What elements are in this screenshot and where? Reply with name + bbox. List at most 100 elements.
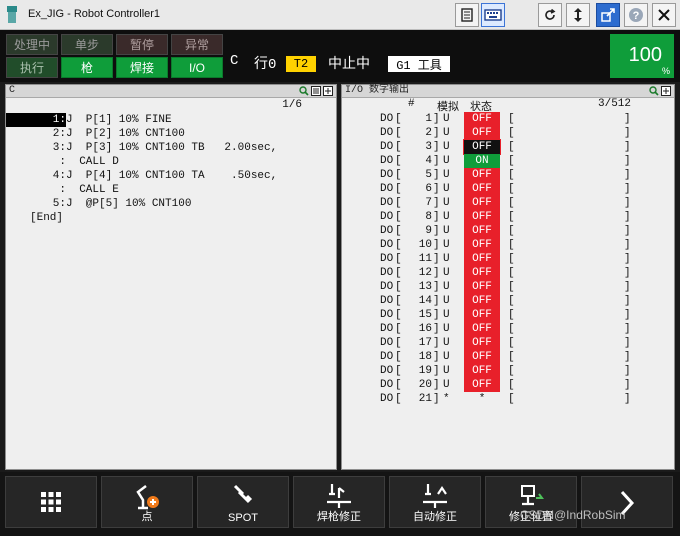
io-state-value[interactable]: OFF [464,266,500,280]
zoom-icon[interactable] [649,86,659,96]
comment-bracket-open: [ [508,113,515,125]
speed-override[interactable]: 100 % [610,34,674,78]
io-state-value[interactable]: OFF [464,224,500,238]
io-row[interactable]: DO[6] U OFF[] [342,182,674,196]
io-bracket: ] [433,155,440,167]
io-row[interactable]: DO[5] U OFF[] [342,168,674,182]
io-sim-flag[interactable]: U [443,322,450,336]
io-sim-flag[interactable]: U [443,168,450,182]
list-menu-icon[interactable] [311,86,321,96]
io-row[interactable]: DO[21] * *[] [342,392,674,406]
auto-correction-button[interactable]: 自动修正 [389,476,481,528]
io-sim-flag[interactable]: U [443,308,450,322]
comment-bracket-open: [ [508,127,515,139]
io-row[interactable]: DO[17] U OFF[] [342,336,674,350]
jog-arrows-icon[interactable] [566,3,590,27]
io-row[interactable]: DO[10] U OFF[] [342,238,674,252]
io-state-value[interactable]: OFF [463,139,501,155]
comment-bracket-close: ] [624,337,631,349]
io-row[interactable]: DO[18] U OFF[] [342,350,674,364]
io-sim-flag[interactable]: U [443,126,450,140]
io-state-value[interactable]: OFF [464,182,500,196]
program-line[interactable]: 4:J P[4] 10% CNT100 TA .50sec, [6,169,336,183]
menu-button[interactable] [5,476,97,528]
line-number: : [59,156,66,168]
comment-bracket-close: ] [624,183,631,195]
io-sim-flag[interactable]: U [443,154,450,168]
io-type: DO [380,141,394,153]
io-row[interactable]: DO[19] U OFF[] [342,364,674,378]
io-sim-flag[interactable]: U [443,196,450,210]
io-sim-flag[interactable]: U [443,224,450,238]
io-row[interactable]: DO[12] U OFF[] [342,266,674,280]
io-sim-flag[interactable]: U [443,182,450,196]
spot-button[interactable]: SPOT [197,476,289,528]
io-row[interactable]: DO[4] U ON[] [342,154,674,168]
io-row[interactable]: DO[7] U OFF[] [342,196,674,210]
io-sim-flag[interactable]: U [443,350,450,364]
refresh-icon[interactable] [538,3,562,27]
io-sim-flag[interactable]: U [443,280,450,294]
io-sim-flag[interactable]: U [443,140,450,154]
io-state-value[interactable]: OFF [464,112,500,126]
io-row[interactable]: DO[14] U OFF[] [342,294,674,308]
maximize-icon[interactable] [323,86,333,96]
io-state-value[interactable]: ON [464,154,500,168]
program-line[interactable]: 5:J @P[5] 10% CNT100 [6,197,336,211]
io-sim-flag[interactable]: U [443,238,450,252]
io-state-value[interactable]: * [464,392,500,406]
io-row[interactable]: DO[16] U OFF[] [342,322,674,336]
io-row[interactable]: DO[13] U OFF[] [342,280,674,294]
io-row[interactable]: DO[20] U OFF[] [342,378,674,392]
io-state-value[interactable]: OFF [464,378,500,392]
program-line[interactable]: 3:J P[3] 10% CNT100 TB 2.00sec, [6,141,336,155]
io-state-value[interactable]: OFF [464,280,500,294]
keyboard-icon[interactable] [481,3,505,27]
io-state-value[interactable]: OFF [464,336,500,350]
program-line[interactable]: [End] [6,211,336,225]
program-line[interactable]: 1:J P[1] 10% FINE [6,113,336,127]
io-state-value[interactable]: OFF [464,308,500,322]
io-state-value[interactable]: OFF [464,322,500,336]
gun-correction-button[interactable]: 焊枪修正 [293,476,385,528]
io-state-value[interactable]: OFF [464,126,500,140]
io-state-value[interactable]: OFF [464,210,500,224]
io-sim-flag[interactable]: U [443,378,450,392]
io-sim-flag[interactable]: U [443,266,450,280]
io-sim-flag[interactable]: U [443,364,450,378]
external-link-icon[interactable] [596,3,620,27]
program-line[interactable]: 2:J P[2] 10% CNT100 [6,127,336,141]
io-row[interactable]: DO[1] U OFF[] [342,112,674,126]
close-icon[interactable] [652,3,676,27]
comment-bracket-close: ] [624,113,631,125]
program-line[interactable]: : CALL D [6,155,336,169]
io-state-value[interactable]: OFF [464,168,500,182]
io-row[interactable]: DO[9] U OFF[] [342,224,674,238]
io-number: 17 [418,337,432,349]
io-state-value[interactable]: OFF [464,238,500,252]
io-type: DO [380,295,394,307]
point-button[interactable]: 点 [101,476,193,528]
io-state-value[interactable]: OFF [464,294,500,308]
io-sim-flag[interactable]: U [443,210,450,224]
io-number: 11 [418,253,432,265]
io-row[interactable]: DO[15] U OFF[] [342,308,674,322]
io-sim-flag[interactable]: U [443,336,450,350]
program-line[interactable]: : CALL E [6,183,336,197]
io-state-value[interactable]: OFF [464,196,500,210]
io-row[interactable]: DO[8] U OFF[] [342,210,674,224]
io-sim-flag[interactable]: U [443,294,450,308]
io-state-value[interactable]: OFF [464,364,500,378]
help-icon[interactable]: ? [624,3,648,27]
io-row[interactable]: DO[3] U OFF[] [342,139,674,155]
io-row[interactable]: DO[2] U OFF[] [342,126,674,140]
zoom-icon[interactable] [299,86,309,96]
io-row[interactable]: DO[11] U OFF[] [342,252,674,266]
io-state-value[interactable]: OFF [464,350,500,364]
io-sim-flag[interactable]: U [443,112,450,126]
maximize-icon[interactable] [661,86,671,96]
io-state-value[interactable]: OFF [464,252,500,266]
io-sim-flag[interactable]: * [443,392,450,406]
io-sim-flag[interactable]: U [443,252,450,266]
printer-icon[interactable] [455,3,479,27]
